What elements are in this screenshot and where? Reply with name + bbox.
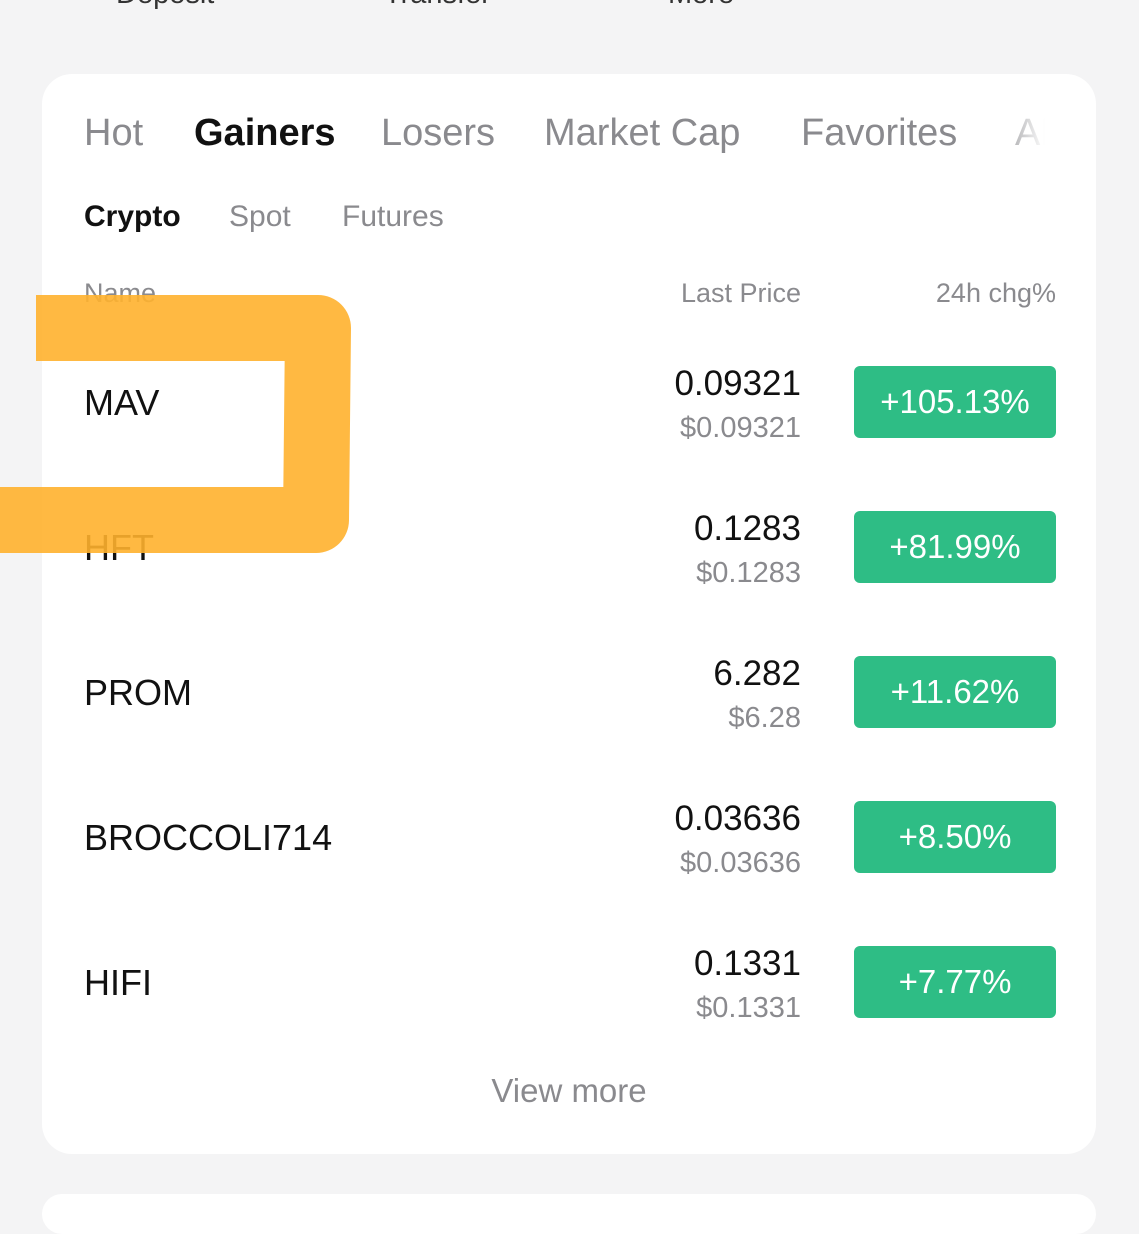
list-item[interactable]: HIFI 0.1331 $0.1331 +7.77% [42,910,1096,1055]
tabs-fade-overlay [994,112,1054,162]
view-more-link[interactable]: View more [42,1072,1096,1110]
change-badge[interactable]: +7.77% [854,946,1056,1018]
last-price: 0.1283 [693,509,801,548]
subtab-futures[interactable]: Futures [342,200,444,234]
last-price-usd: $0.1331 [696,992,801,1024]
last-price: 0.09321 [674,364,801,403]
coin-name: MAV [84,382,160,423]
coin-name: HFT [84,527,154,568]
last-price: 6.282 [713,654,801,693]
list-item[interactable]: BROCCOLI714 0.03636 $0.03636 +8.50% [42,765,1096,910]
list-item[interactable]: HFT 0.1283 $0.1283 +81.99% [42,475,1096,620]
change-badge[interactable]: +11.62% [854,656,1056,728]
change-badge[interactable]: +105.13% [854,366,1056,438]
transfer-button[interactable]: Transfer [384,0,491,11]
subtab-spot[interactable]: Spot [229,200,291,234]
column-header-24h-change[interactable]: 24h chg% [936,278,1056,309]
tab-favorites[interactable]: Favorites [801,112,957,155]
list-item[interactable]: MAV 0.09321 $0.09321 +105.13% [42,330,1096,475]
last-price-usd: $6.28 [728,702,801,734]
tab-hot[interactable]: Hot [84,112,143,155]
coin-name: PROM [84,672,192,713]
coin-name: HIFI [84,962,152,1003]
change-badge[interactable]: +8.50% [854,801,1056,873]
last-price-usd: $0.09321 [680,412,801,444]
tab-market-cap[interactable]: Market Cap [544,112,740,155]
next-card-edge [42,1194,1096,1234]
market-card: Hot Gainers Losers Market Cap Favorites … [42,74,1096,1154]
change-badge[interactable]: +81.99% [854,511,1056,583]
last-price: 0.1331 [693,944,801,983]
quick-actions-bar: Deposit Transfer More [0,0,1139,18]
market-tabs: Hot Gainers Losers Market Cap Favorites … [84,112,1054,162]
subtab-crypto[interactable]: Crypto [84,200,181,234]
tab-losers[interactable]: Losers [381,112,495,155]
market-subtabs: Crypto Spot Futures [84,200,684,240]
last-price-usd: $0.1283 [696,557,801,589]
last-price: 0.03636 [674,799,801,838]
column-header-name[interactable]: Name [84,278,156,309]
tab-gainers[interactable]: Gainers [194,112,336,155]
more-button[interactable]: More [668,0,734,11]
deposit-button[interactable]: Deposit [116,0,214,11]
gainers-list: MAV 0.09321 $0.09321 +105.13% HFT 0.1283… [42,330,1096,1055]
last-price-usd: $0.03636 [680,847,801,879]
list-item[interactable]: PROM 6.282 $6.28 +11.62% [42,620,1096,765]
coin-name: BROCCOLI714 [84,817,333,858]
column-header-last-price[interactable]: Last Price [681,278,801,309]
